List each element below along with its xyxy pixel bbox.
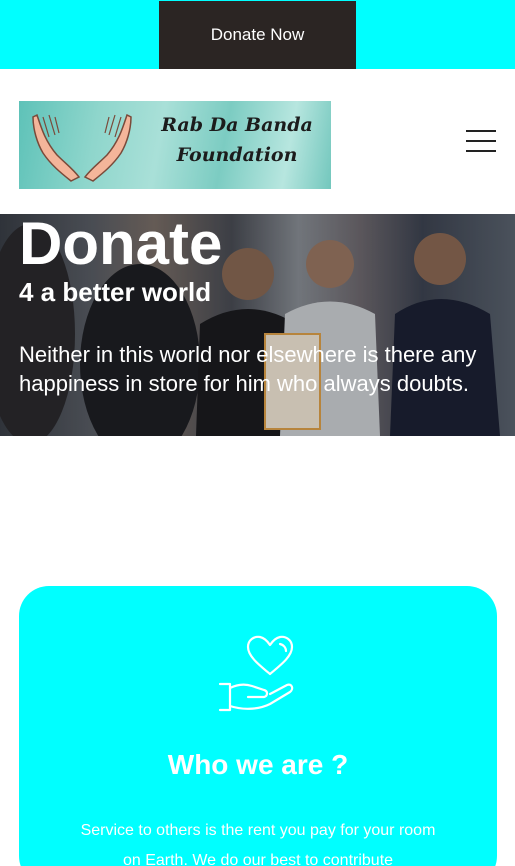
who-we-are-text: Service to others is the rent you pay fo… [80,822,436,866]
logo-text-line2: Foundation [176,144,298,166]
who-we-are-title: Who we are ? [167,749,349,780]
donate-now-button[interactable]: Donate Now [159,1,356,69]
site-header: Rab Da Banda Foundation [0,69,515,214]
top-bar: Donate Now [0,0,515,69]
heart-in-hand-icon [218,635,294,712]
hero-title: Donate [19,214,223,277]
hero-subtitle: 4 a better world [19,277,212,307]
praying-hands-icon [32,113,132,182]
hero-quote: Neither in this world nor elsewhere is t… [19,342,477,396]
foundation-logo[interactable]: Rab Da Banda Foundation [19,101,331,189]
hamburger-menu-icon[interactable] [466,130,496,152]
hero-banner: Donate 4 a better world Neither in this … [0,214,515,436]
who-we-are-card: Who we are ? Service to others is the re… [19,586,497,866]
logo-text-line1: Rab Da Banda [161,114,313,136]
